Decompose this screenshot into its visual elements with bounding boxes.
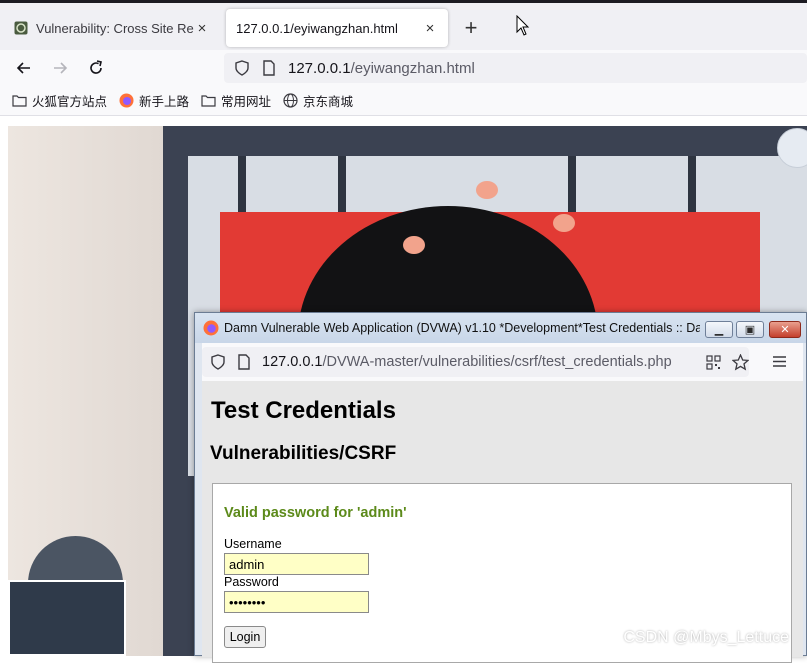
page-icon[interactable] [262,60,276,76]
bookmark-getting-started[interactable]: 新手上路 [119,91,189,110]
page-subtitle: Vulnerabilities/CSRF [210,443,397,464]
tab-eyiwangzhan[interactable]: 127.0.0.1/eyiwangzhan.html × [226,9,448,47]
shield-icon[interactable] [210,354,226,370]
hamburger-menu-icon[interactable] [772,355,787,368]
username-label: Username [224,537,282,551]
tab-close-icon[interactable]: × [194,20,210,37]
new-tab-plus-icon[interactable]: + [458,15,484,41]
bookmark-label: 常用网址 [221,95,272,109]
popup-title: Damn Vulnerable Web Application (DVWA) v… [224,321,700,335]
photo-hairpin [403,236,425,254]
qr-code-icon[interactable] [706,355,721,370]
password-label: Password [224,575,279,589]
url-host: 127.0.0.1 [262,354,323,370]
photo-hairpin [553,214,575,232]
url-path: /DVWA-master/vulnerabilities/csrf/test_c… [322,354,672,370]
status-message: Valid password for 'admin' [224,505,407,521]
close-icon: ✕ [780,324,790,336]
shield-icon[interactable] [234,60,250,76]
username-input[interactable] [224,553,369,575]
tab-label: 127.0.0.1/eyiwangzhan.html [236,20,398,36]
dvwa-favicon-icon [14,21,28,35]
tab-label: Vulnerability: Cross Site Requ [36,20,194,36]
tab-vulnerability[interactable]: Vulnerability: Cross Site Requ × [4,9,220,47]
navigation-bar: 127.0.0.1/eyiwangzhan.html [0,50,807,86]
photo-sticker [8,580,126,656]
popup-address-bar[interactable]: 127.0.0.1/DVWA-master/vulnerabilities/cs… [202,347,749,377]
globe-icon [283,93,298,108]
forward-arrow-icon[interactable] [50,58,70,78]
url-text[interactable]: 127.0.0.1/eyiwangzhan.html [288,60,475,77]
maximize-button[interactable]: ▣ [736,321,764,338]
popup-navigation-bar: 127.0.0.1/DVWA-master/vulnerabilities/cs… [202,343,803,381]
photo-hairpin [476,181,498,199]
bookmark-common-sites[interactable]: 常用网址 [201,91,271,110]
password-input[interactable] [224,591,369,613]
maximize-icon: ▣ [744,324,756,336]
popup-url-text[interactable]: 127.0.0.1/DVWA-master/vulnerabilities/cs… [262,354,672,370]
popup-page-content: Test Credentials Vulnerabilities/CSRF Va… [202,381,803,663]
firefox-icon [119,93,134,108]
login-button[interactable]: Login [224,626,266,648]
bookmark-label: 京东商城 [303,95,354,109]
firefox-icon [203,320,219,336]
minimize-button[interactable]: ▁ [705,321,733,338]
tab-close-icon[interactable]: × [422,20,438,37]
page-title: Test Credentials [211,397,396,424]
url-host: 127.0.0.1 [288,59,351,77]
back-arrow-icon[interactable] [14,58,34,78]
mouse-cursor-icon [516,15,530,36]
bookmark-label: 火狐官方站点 [32,95,108,109]
folder-icon [201,95,216,107]
watermark: CSDN @Mbys_Lettuce [623,629,789,646]
folder-icon [12,95,27,107]
popup-titlebar[interactable]: Damn Vulnerable Web Application (DVWA) v… [195,313,806,343]
tab-bar: Vulnerability: Cross Site Requ × 127.0.0… [0,0,807,50]
address-bar[interactable]: 127.0.0.1/eyiwangzhan.html [224,53,807,83]
bookmark-jd[interactable]: 京东商城 [283,91,353,110]
close-button[interactable]: ✕ [769,321,801,338]
url-path: /eyiwangzhan.html [350,59,475,77]
minimize-icon: ▁ [714,324,724,336]
bookmark-star-icon[interactable] [732,354,749,371]
bookmark-label: 新手上路 [139,95,190,109]
reload-icon[interactable] [86,58,106,78]
page-icon[interactable] [237,354,251,370]
bookmarks-toolbar: 火狐官方站点 新手上路 常用网址 京东商城 [0,86,807,116]
bookmark-firefox-official[interactable]: 火狐官方站点 [12,91,107,110]
popup-window: Damn Vulnerable Web Application (DVWA) v… [194,312,807,663]
